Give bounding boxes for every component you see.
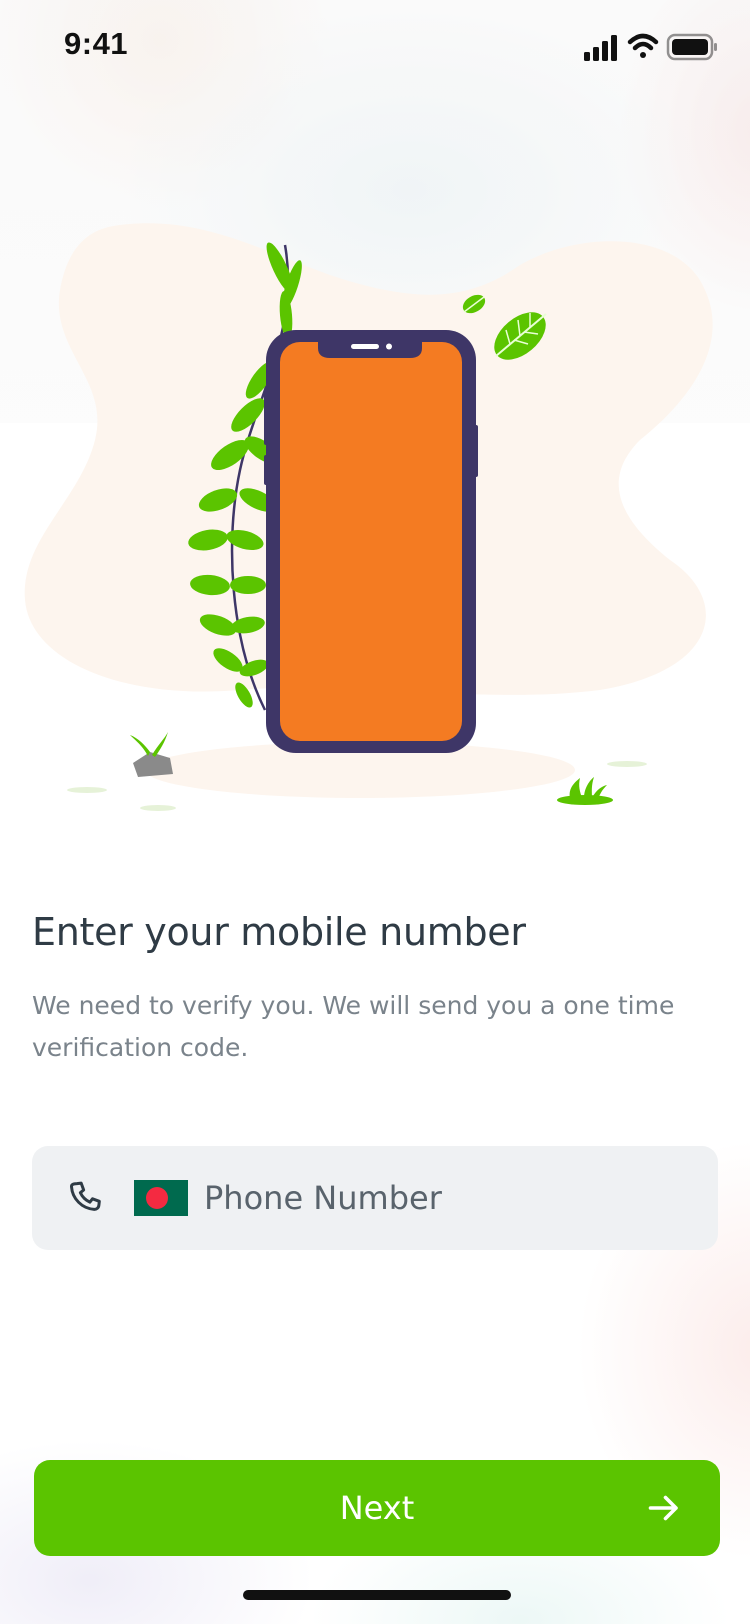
bangladesh-flag-icon[interactable] (134, 1180, 188, 1216)
ground-spot (140, 805, 176, 811)
wifi-icon (627, 33, 659, 58)
verify-phone-screen: 9:41 Enter your mobile number We need to… (0, 0, 750, 1624)
phone-with-plant-illustration (24, 223, 713, 811)
status-bar: 9:41 (0, 0, 750, 90)
phone-number-input[interactable] (204, 1166, 684, 1230)
ground-spot (67, 787, 107, 793)
phone-number-field[interactable] (32, 1146, 718, 1250)
next-button-label: Next (339, 1489, 415, 1527)
phone-device (264, 330, 478, 753)
next-button[interactable]: Next (34, 1460, 720, 1556)
signal-icon (584, 35, 617, 61)
status-icons (584, 33, 717, 61)
status-time: 9:41 (64, 26, 129, 61)
page-title: Enter your mobile number (32, 910, 526, 954)
home-indicator[interactable] (243, 1590, 511, 1600)
arrow-right-icon (648, 1495, 678, 1521)
flag-red-disc (146, 1187, 168, 1209)
phone-icon (70, 1181, 101, 1211)
page-description: We need to verify you. We will send you … (32, 991, 675, 1062)
phone-screen (280, 342, 462, 741)
grass-tuft (557, 777, 613, 805)
rock-with-sprout (130, 732, 173, 777)
ground-spot (607, 761, 647, 767)
battery-icon (666, 33, 717, 61)
